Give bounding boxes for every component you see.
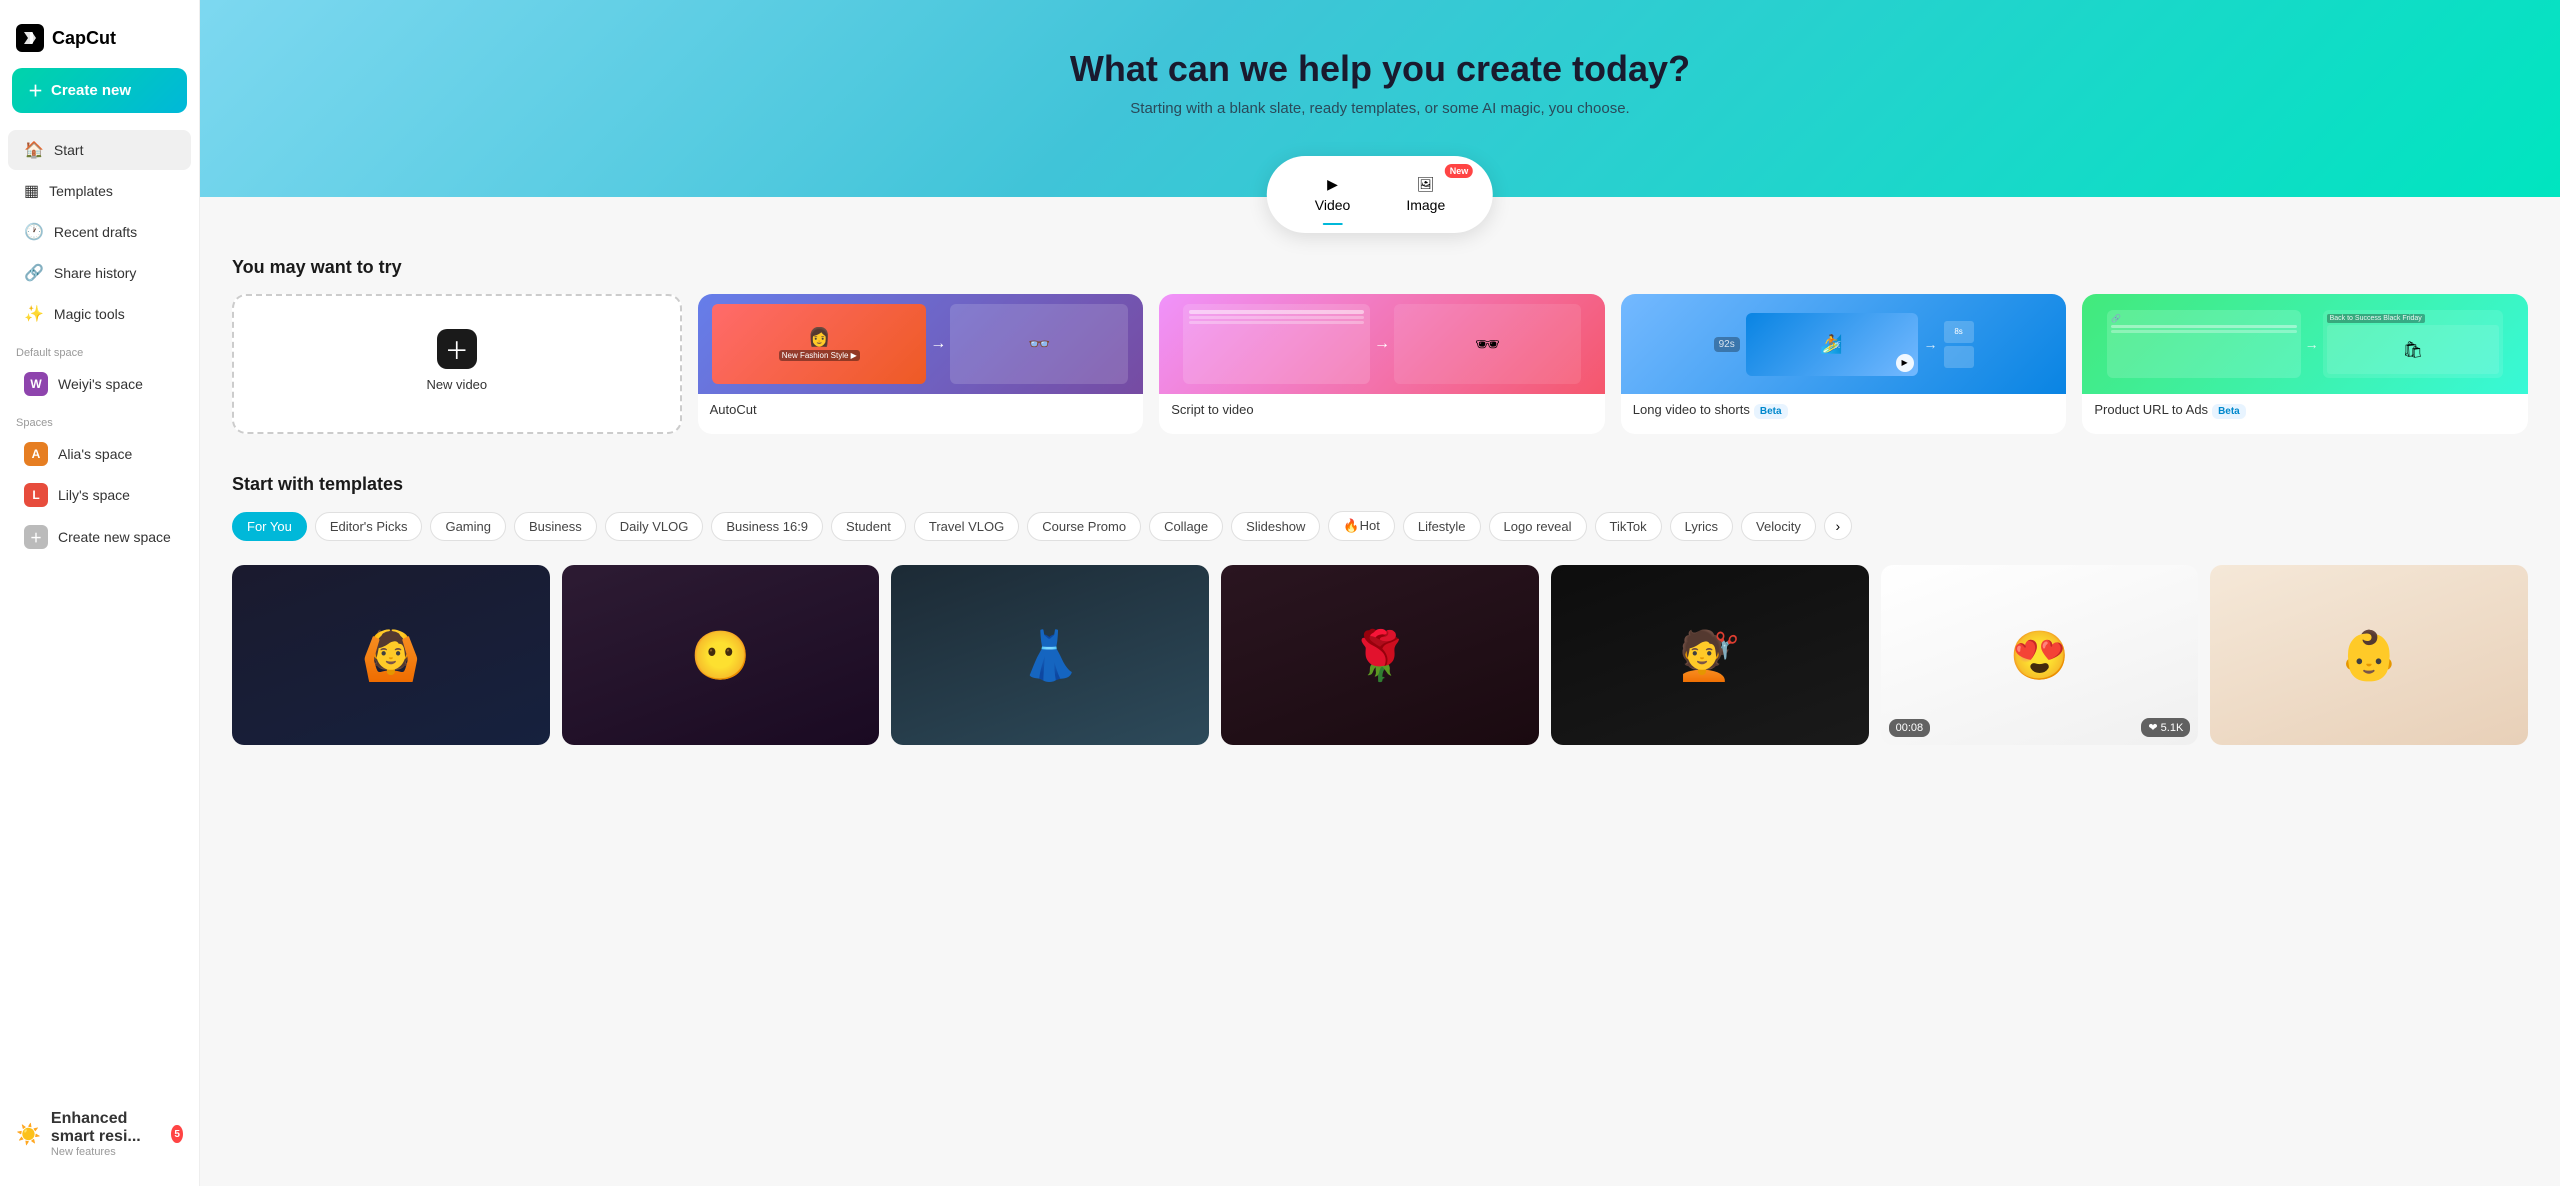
toggle-video[interactable]: ▶ Video	[1291, 168, 1375, 221]
script-label: Script to video	[1159, 394, 1605, 425]
filter-chip-editors-picks[interactable]: Editor's Picks	[315, 512, 423, 541]
spaces-label: Spaces	[0, 405, 199, 433]
nav-label-magic-tools: Magic tools	[54, 306, 125, 322]
filter-chip-business-169[interactable]: Business 16:9	[711, 512, 823, 541]
default-space-item[interactable]: W Weiyi's space	[8, 364, 191, 404]
template-card-3[interactable]: 👗	[891, 565, 1209, 745]
image-icon: 🖼	[1417, 176, 1435, 193]
try-card-autocut[interactable]: 👩 New Fashion Style ▶ → 👓 AutoCut	[698, 294, 1144, 434]
try-card-long-shorts[interactable]: 92s 🏄 ▶ → 8s Long video to shortsBeta	[1621, 294, 2067, 434]
template-card-7[interactable]: 👶	[2210, 565, 2528, 745]
main-content: 🎁📋🔔1❓ What can we help you create today?…	[200, 0, 2560, 1186]
template-card-6[interactable]: 😍 00:08 ❤ 5.1K	[1881, 565, 2199, 745]
enhance-badge: 5	[171, 1125, 183, 1143]
templates-section-title: Start with templates	[232, 474, 2528, 495]
default-space-name: Weiyi's space	[58, 376, 143, 392]
filter-chip-velocity[interactable]: Velocity	[1741, 512, 1816, 541]
default-space-label: Default space	[0, 335, 199, 363]
image-label: Image	[1406, 197, 1445, 213]
nav-list: 🏠 Start▦ Templates🕐 Recent drafts🔗 Share…	[0, 129, 199, 335]
default-space-avatar: W	[24, 372, 48, 396]
space-avatar-lily: L	[24, 483, 48, 507]
try-card-script[interactable]: → 🕶 Script to video	[1159, 294, 1605, 434]
template-grid: 🙆 😶 👗 🌹 💇 😍 00:08 ❤ 5.1K 👶	[232, 565, 2528, 745]
space-label-lily: Lily's space	[58, 487, 130, 503]
sidebar-item-share-history[interactable]: 🔗 Share history	[8, 253, 191, 293]
long-shorts-label: Long video to shortsBeta	[1621, 394, 2067, 425]
new-video-plus-icon: ＋	[437, 329, 477, 369]
template-card-5[interactable]: 💇	[1551, 565, 1869, 745]
video-label: Video	[1315, 197, 1351, 213]
enhance-banner[interactable]: ☀️ Enhanced smart resi... New features 5	[0, 1098, 199, 1170]
image-new-badge: New	[1445, 164, 1474, 178]
enhance-title: Enhanced smart resi...	[51, 1110, 161, 1146]
filter-chip-for-you[interactable]: For You	[232, 512, 307, 541]
content-type-toggle: ▶ Video New 🖼 Image	[1267, 156, 1493, 233]
filter-chip-logo-reveal[interactable]: Logo reveal	[1489, 512, 1587, 541]
template-card-2[interactable]: 😶	[562, 565, 880, 745]
filter-chip-student[interactable]: Student	[831, 512, 906, 541]
url-ads-badge: Beta	[2212, 404, 2246, 419]
filter-chip-tiktok[interactable]: TikTok	[1595, 512, 1662, 541]
filter-chip-hot[interactable]: 🔥Hot	[1328, 511, 1394, 541]
try-section-title: You may want to try	[232, 257, 2528, 278]
filter-scroll-right[interactable]: ›	[1824, 512, 1852, 540]
nav-label-templates: Templates	[49, 183, 113, 199]
hero-title: What can we help you create today?	[240, 48, 2520, 90]
enhance-sub: New features	[51, 1146, 161, 1158]
nav-label-recent-drafts: Recent drafts	[54, 224, 137, 240]
create-space-icon: ＋	[24, 525, 48, 549]
space-item-lily[interactable]: L Lily's space	[8, 475, 191, 515]
autocut-label: AutoCut	[698, 394, 1144, 425]
hero-banner: What can we help you create today? Start…	[200, 0, 2560, 197]
sidebar-item-recent-drafts[interactable]: 🕐 Recent drafts	[8, 212, 191, 252]
nav-icon-start: 🏠	[24, 140, 44, 160]
create-space-item[interactable]: ＋ Create new space	[8, 517, 191, 557]
video-icon: ▶	[1327, 176, 1338, 193]
filter-chip-gaming[interactable]: Gaming	[430, 512, 506, 541]
capcut-logo-icon	[16, 24, 44, 52]
template-card-1[interactable]: 🙆	[232, 565, 550, 745]
create-new-button[interactable]: ＋ Create new	[12, 68, 187, 113]
app-name: CapCut	[52, 28, 116, 49]
create-space-label: Create new space	[58, 529, 171, 545]
nav-label-start: Start	[54, 142, 84, 158]
sidebar-item-start[interactable]: 🏠 Start	[8, 130, 191, 170]
template-card-4[interactable]: 🌹	[1221, 565, 1539, 745]
url-ads-label: Product URL to AdsBeta	[2082, 394, 2528, 425]
try-card-new-video[interactable]: ＋ New video	[232, 294, 682, 434]
filter-chip-lyrics[interactable]: Lyrics	[1670, 512, 1733, 541]
nav-icon-templates: ▦	[24, 181, 39, 201]
sidebar: CapCut ＋ Create new 🏠 Start▦ Templates🕐 …	[0, 0, 200, 1186]
filter-chip-lifestyle[interactable]: Lifestyle	[1403, 512, 1481, 541]
nav-icon-magic-tools: ✨	[24, 304, 44, 324]
filter-chip-travel-vlog[interactable]: Travel VLOG	[914, 512, 1019, 541]
content-area: You may want to try ＋ New video 👩 New Fa…	[200, 197, 2560, 777]
try-card-url-ads[interactable]: 🔗 → Back to Success Black Friday 🛍 Produ…	[2082, 294, 2528, 434]
nav-label-share-history: Share history	[54, 265, 136, 281]
enhance-icon: ☀️	[16, 1122, 41, 1147]
new-video-label: New video	[414, 369, 499, 400]
long-shorts-badge: Beta	[1754, 404, 1788, 419]
filter-chip-daily-vlog[interactable]: Daily VLOG	[605, 512, 704, 541]
space-label-alia: Alia's space	[58, 446, 132, 462]
space-item-alia[interactable]: A Alia's space	[8, 434, 191, 474]
toggle-image[interactable]: New 🖼 Image	[1382, 168, 1469, 221]
filter-chip-slideshow[interactable]: Slideshow	[1231, 512, 1320, 541]
sidebar-item-magic-tools[interactable]: ✨ Magic tools	[8, 294, 191, 334]
create-new-plus-icon: ＋	[28, 80, 43, 101]
app-logo: CapCut	[0, 16, 199, 68]
space-avatar-alia: A	[24, 442, 48, 466]
filter-chip-collage[interactable]: Collage	[1149, 512, 1223, 541]
filter-chip-course-promo[interactable]: Course Promo	[1027, 512, 1141, 541]
spaces-list: A Alia's spaceL Lily's space	[0, 433, 199, 516]
nav-icon-recent-drafts: 🕐	[24, 222, 44, 242]
nav-icon-share-history: 🔗	[24, 263, 44, 283]
hero-subtitle: Starting with a blank slate, ready templ…	[240, 100, 2520, 117]
try-cards: ＋ New video 👩 New Fashion Style ▶ → 👓	[232, 294, 2528, 434]
template-filter-bar: For You Editor's PicksGaming Business Daily…	[232, 511, 2528, 545]
create-new-label: Create new	[51, 82, 131, 99]
filter-chip-business[interactable]: Business	[514, 512, 597, 541]
sidebar-item-templates[interactable]: ▦ Templates	[8, 171, 191, 211]
